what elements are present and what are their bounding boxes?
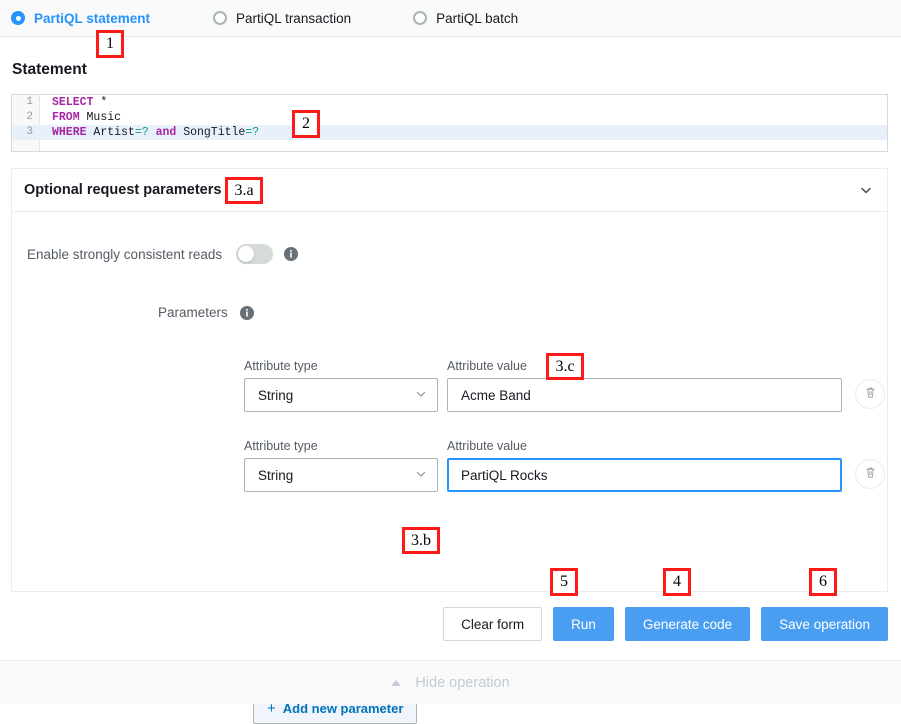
code-line[interactable]: 1 SELECT * xyxy=(12,95,887,110)
save-operation-button[interactable]: Save operation xyxy=(761,607,888,641)
annotation-marker-4: 4 xyxy=(663,568,691,596)
consistent-reads-toggle[interactable] xyxy=(236,244,273,264)
hide-operation-label: Hide operation xyxy=(415,675,509,691)
attribute-value-input[interactable]: Acme Band xyxy=(447,378,842,412)
editor-code-lines[interactable]: 1 SELECT * 2 FROM Music 3 WHERE Artist=? and … xyxy=(12,95,887,152)
info-icon[interactable] xyxy=(284,247,298,261)
attribute-type-select[interactable]: String xyxy=(244,458,438,492)
annotation-marker-3.a: 3.a xyxy=(225,177,263,204)
form-action-buttons: Clear form Run Generate code Save operat… xyxy=(443,607,888,641)
optional-request-parameters-panel: Optional request parameters Enable stron… xyxy=(11,168,888,592)
attribute-value-label: Attribute value xyxy=(447,359,842,373)
attribute-value-label: Attribute value xyxy=(447,439,842,453)
code-text: SELECT * xyxy=(52,95,107,110)
trash-icon xyxy=(864,386,877,402)
run-button[interactable]: Run xyxy=(553,607,614,641)
radio-label-partiql-batch: PartiQL batch xyxy=(436,11,518,26)
attribute-value-input[interactable]: PartiQL Rocks xyxy=(447,458,842,492)
optional-parameters-header[interactable]: Optional request parameters xyxy=(12,169,887,212)
info-icon[interactable] xyxy=(240,306,254,320)
radio-selected-icon xyxy=(11,11,25,25)
annotation-marker-3.b: 3.b xyxy=(402,527,440,554)
annotation-marker-3.c: 3.c xyxy=(546,353,584,380)
attribute-type-value: String xyxy=(258,468,293,483)
line-number: 1 xyxy=(12,95,33,110)
line-number: 2 xyxy=(12,110,33,125)
code-text: FROM Music xyxy=(52,110,121,125)
radio-unselected-icon xyxy=(413,11,427,25)
annotation-marker-1: 1 xyxy=(96,30,124,58)
request-type-radio-group: PartiQL statement PartiQL transaction Pa… xyxy=(0,0,901,37)
attribute-type-select[interactable]: String xyxy=(244,378,438,412)
consistent-reads-label: Enable strongly consistent reads xyxy=(27,247,222,262)
toggle-knob xyxy=(238,246,254,262)
radio-label-partiql-statement: PartiQL statement xyxy=(34,11,150,26)
line-number: 3 xyxy=(12,125,33,140)
code-line[interactable]: 2 FROM Music xyxy=(12,110,887,125)
annotation-marker-2: 2 xyxy=(292,110,320,138)
statement-heading: Statement xyxy=(12,61,87,79)
chevron-down-icon xyxy=(415,468,427,483)
optional-parameters-title: Optional request parameters xyxy=(24,182,221,198)
annotation-marker-5: 5 xyxy=(550,568,578,596)
code-text: WHERE Artist=? and SongTitle=? xyxy=(52,125,259,140)
consistent-reads-row: Enable strongly consistent reads xyxy=(12,244,887,264)
statement-code-editor[interactable]: 1 SELECT * 2 FROM Music 3 WHERE Artist=? and … xyxy=(11,94,888,152)
attribute-type-label: Attribute type xyxy=(244,439,438,453)
parameters-label-row: Parameters xyxy=(12,305,887,320)
radio-unselected-icon xyxy=(213,11,227,25)
code-line[interactable] xyxy=(12,140,887,152)
parameters-label: Parameters xyxy=(158,305,228,320)
radio-label-partiql-transaction: PartiQL transaction xyxy=(236,11,351,26)
radio-partiql-statement[interactable]: PartiQL statement xyxy=(11,11,150,26)
parameter-row: Attribute type String Attribute value Pa… xyxy=(244,439,885,492)
clear-form-button[interactable]: Clear form xyxy=(443,607,542,641)
attribute-type-value: String xyxy=(258,388,293,403)
code-line[interactable]: 3 WHERE Artist=? and SongTitle=? xyxy=(12,125,887,140)
delete-parameter-button[interactable] xyxy=(855,379,885,409)
generate-code-button[interactable]: Generate code xyxy=(625,607,750,641)
radio-partiql-transaction[interactable]: PartiQL transaction xyxy=(213,11,351,26)
radio-partiql-batch[interactable]: PartiQL batch xyxy=(413,11,518,26)
delete-parameter-button[interactable] xyxy=(855,459,885,489)
attribute-type-label: Attribute type xyxy=(244,359,438,373)
trash-icon xyxy=(864,466,877,482)
hide-operation-bar[interactable]: Hide operation xyxy=(0,660,901,704)
chevron-down-icon[interactable] xyxy=(859,183,873,197)
chevron-down-icon xyxy=(415,388,427,403)
annotation-marker-6: 6 xyxy=(809,568,837,596)
triangle-up-icon xyxy=(391,680,401,686)
